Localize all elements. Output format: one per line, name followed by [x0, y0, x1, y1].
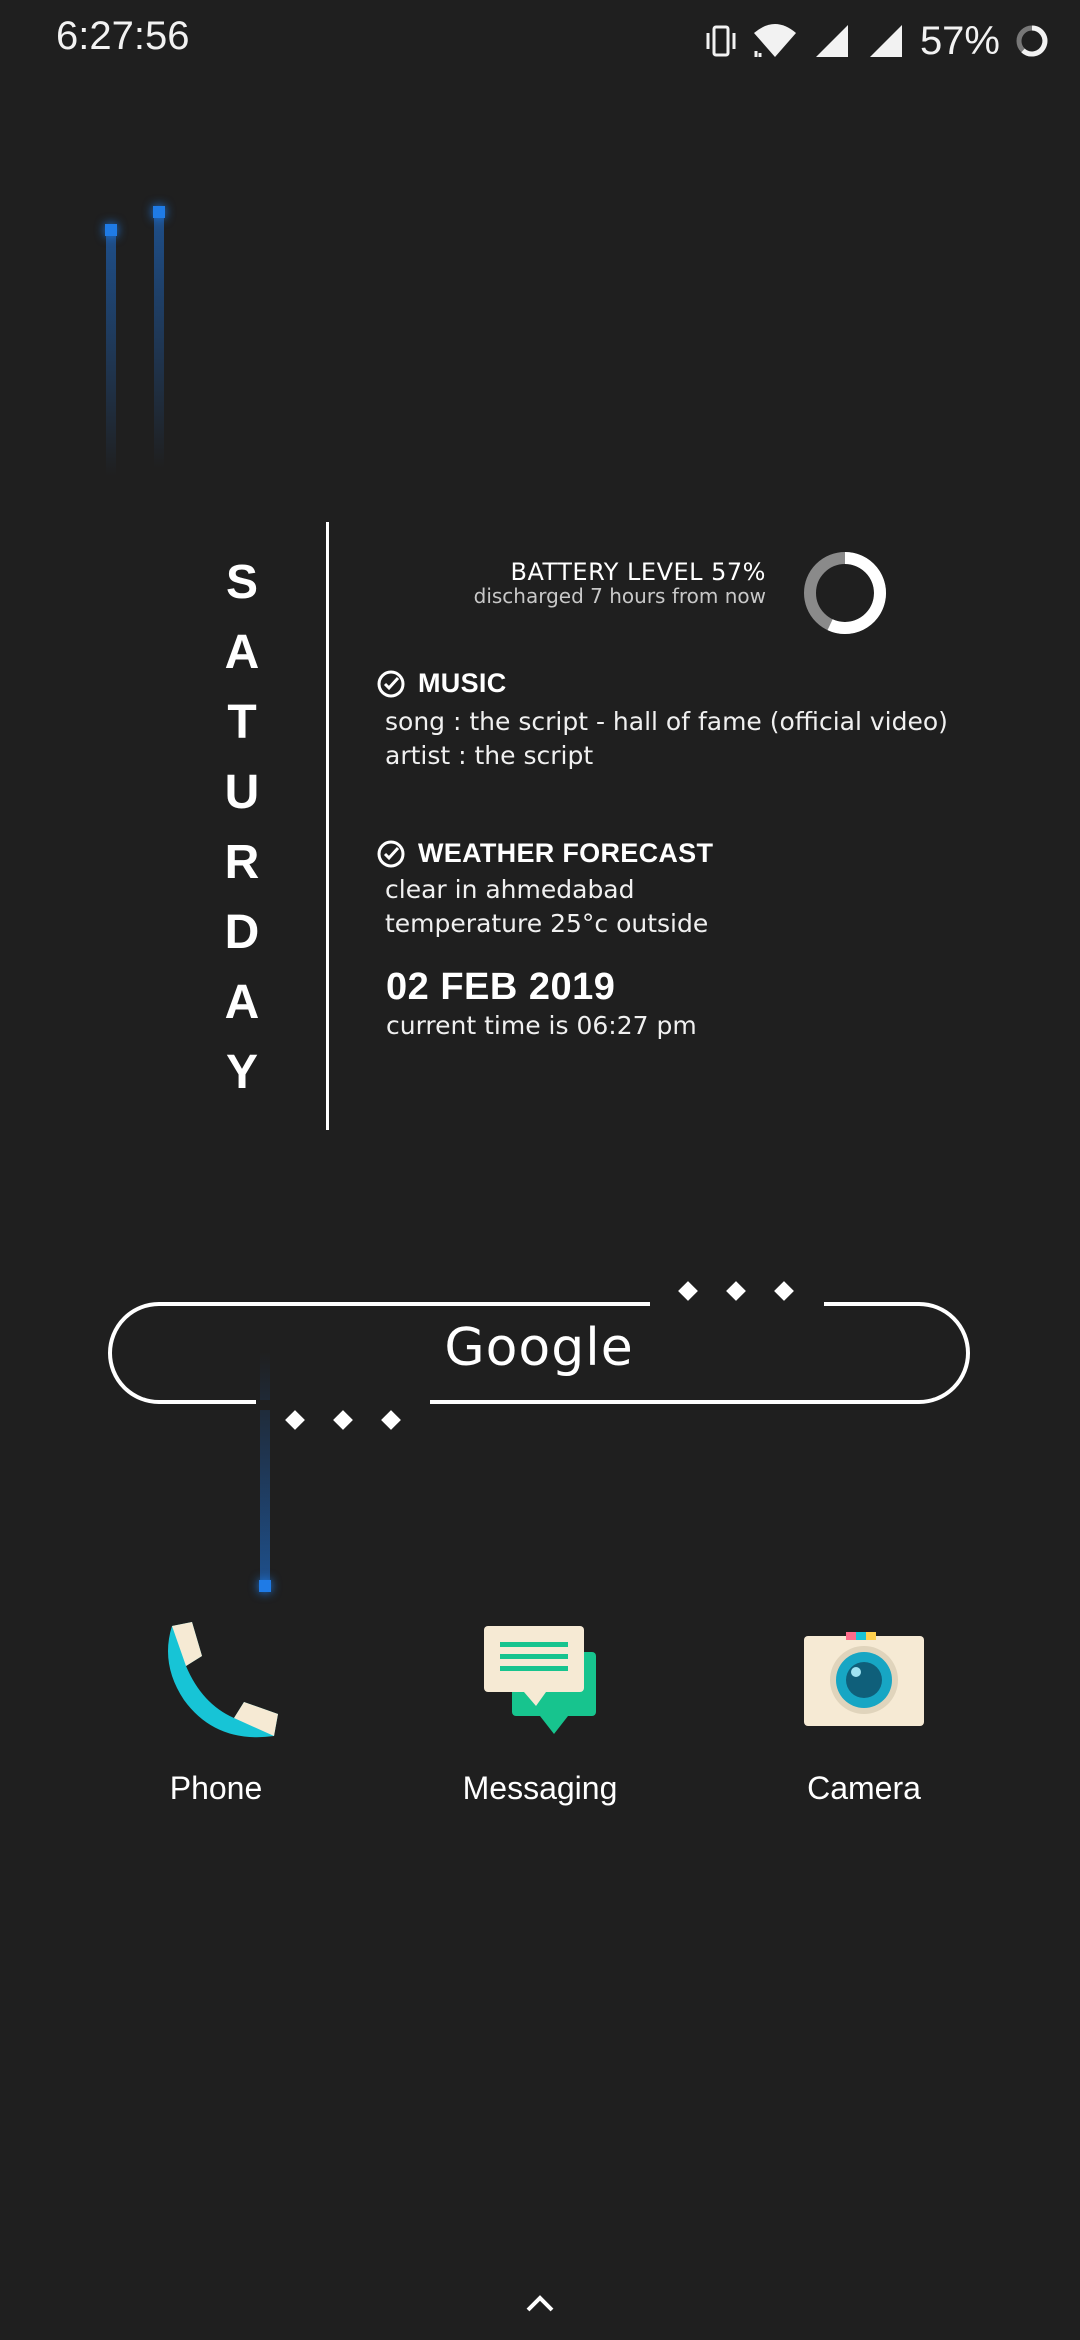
widget-divider — [326, 522, 329, 1130]
messaging-icon — [484, 1626, 596, 1734]
signal-icon — [815, 25, 848, 57]
app-messaging[interactable]: Messaging — [430, 1616, 650, 1807]
day-letter: R — [224, 836, 260, 889]
day-letter: U — [224, 766, 260, 819]
light-streak-cap — [153, 206, 165, 218]
day-letter: D — [224, 906, 260, 959]
app-label: Messaging — [462, 1770, 618, 1806]
light-streak-cap — [259, 1580, 271, 1592]
music-song: song : the script - hall of fame (offici… — [385, 707, 955, 736]
app-label: Phone — [169, 1770, 263, 1806]
music-artist: artist : the script — [385, 741, 594, 770]
battery-widget: BATTERY LEVEL 57% discharged 7 hours fro… — [386, 558, 766, 608]
status-time: 6:27:56 — [56, 14, 190, 58]
date-value: 02 FEB 2019 — [386, 966, 616, 1008]
battery-ring-gauge — [804, 552, 886, 634]
status-icons: 57% — [704, 14, 1050, 68]
current-time-line: current time is 06:27 pm — [386, 1011, 697, 1040]
day-letter: A — [224, 976, 260, 1029]
day-of-week-vertical: S A T U R D A Y — [210, 548, 274, 1108]
music-title: MUSIC — [418, 668, 507, 698]
app-phone[interactable]: Phone — [106, 1616, 326, 1807]
signal-icon — [869, 25, 902, 57]
battery-ring-icon — [1016, 25, 1048, 57]
wifi-icon — [753, 24, 796, 57]
camera-icon — [804, 1632, 924, 1726]
battery-ring-fill — [827, 552, 886, 634]
day-letter: S — [225, 556, 258, 609]
check-circle-icon — [377, 670, 405, 697]
day-letter: T — [227, 696, 257, 749]
music-section[interactable]: MUSIC song : the script - hall of fame (… — [376, 668, 956, 773]
decor-diamond — [285, 1410, 305, 1430]
day-letter: A — [224, 626, 260, 679]
weather-title: WEATHER FORECAST — [418, 838, 714, 868]
battery-percent: 57% — [919, 18, 1000, 63]
decor-diamond — [381, 1410, 401, 1430]
google-search-label: Google — [444, 1318, 634, 1378]
light-streak — [106, 226, 116, 476]
light-streak — [154, 208, 164, 468]
decor-diamond — [333, 1410, 353, 1430]
weather-condition: clear in ahmedabad — [385, 875, 635, 904]
pill-gap-bottom — [256, 1400, 430, 1410]
weather-temperature: temperature 25°c outside — [385, 909, 709, 938]
date-section: 02 FEB 2019 current time is 06:27 pm — [386, 966, 946, 1043]
phone-icon — [168, 1622, 278, 1738]
light-streak-cap — [105, 224, 117, 236]
vibrate-icon — [706, 25, 736, 57]
app-drawer-arrow-icon[interactable] — [520, 2288, 560, 2318]
check-circle-icon — [377, 840, 405, 867]
battery-sub-text: discharged 7 hours from now — [473, 584, 766, 608]
app-camera[interactable]: Camera — [754, 1616, 974, 1807]
battery-level-text: BATTERY LEVEL 57% — [510, 558, 766, 586]
day-letter: Y — [225, 1046, 258, 1099]
weather-section[interactable]: WEATHER FORECAST clear in ahmedabad temp… — [376, 838, 956, 941]
app-label: Camera — [807, 1770, 921, 1806]
